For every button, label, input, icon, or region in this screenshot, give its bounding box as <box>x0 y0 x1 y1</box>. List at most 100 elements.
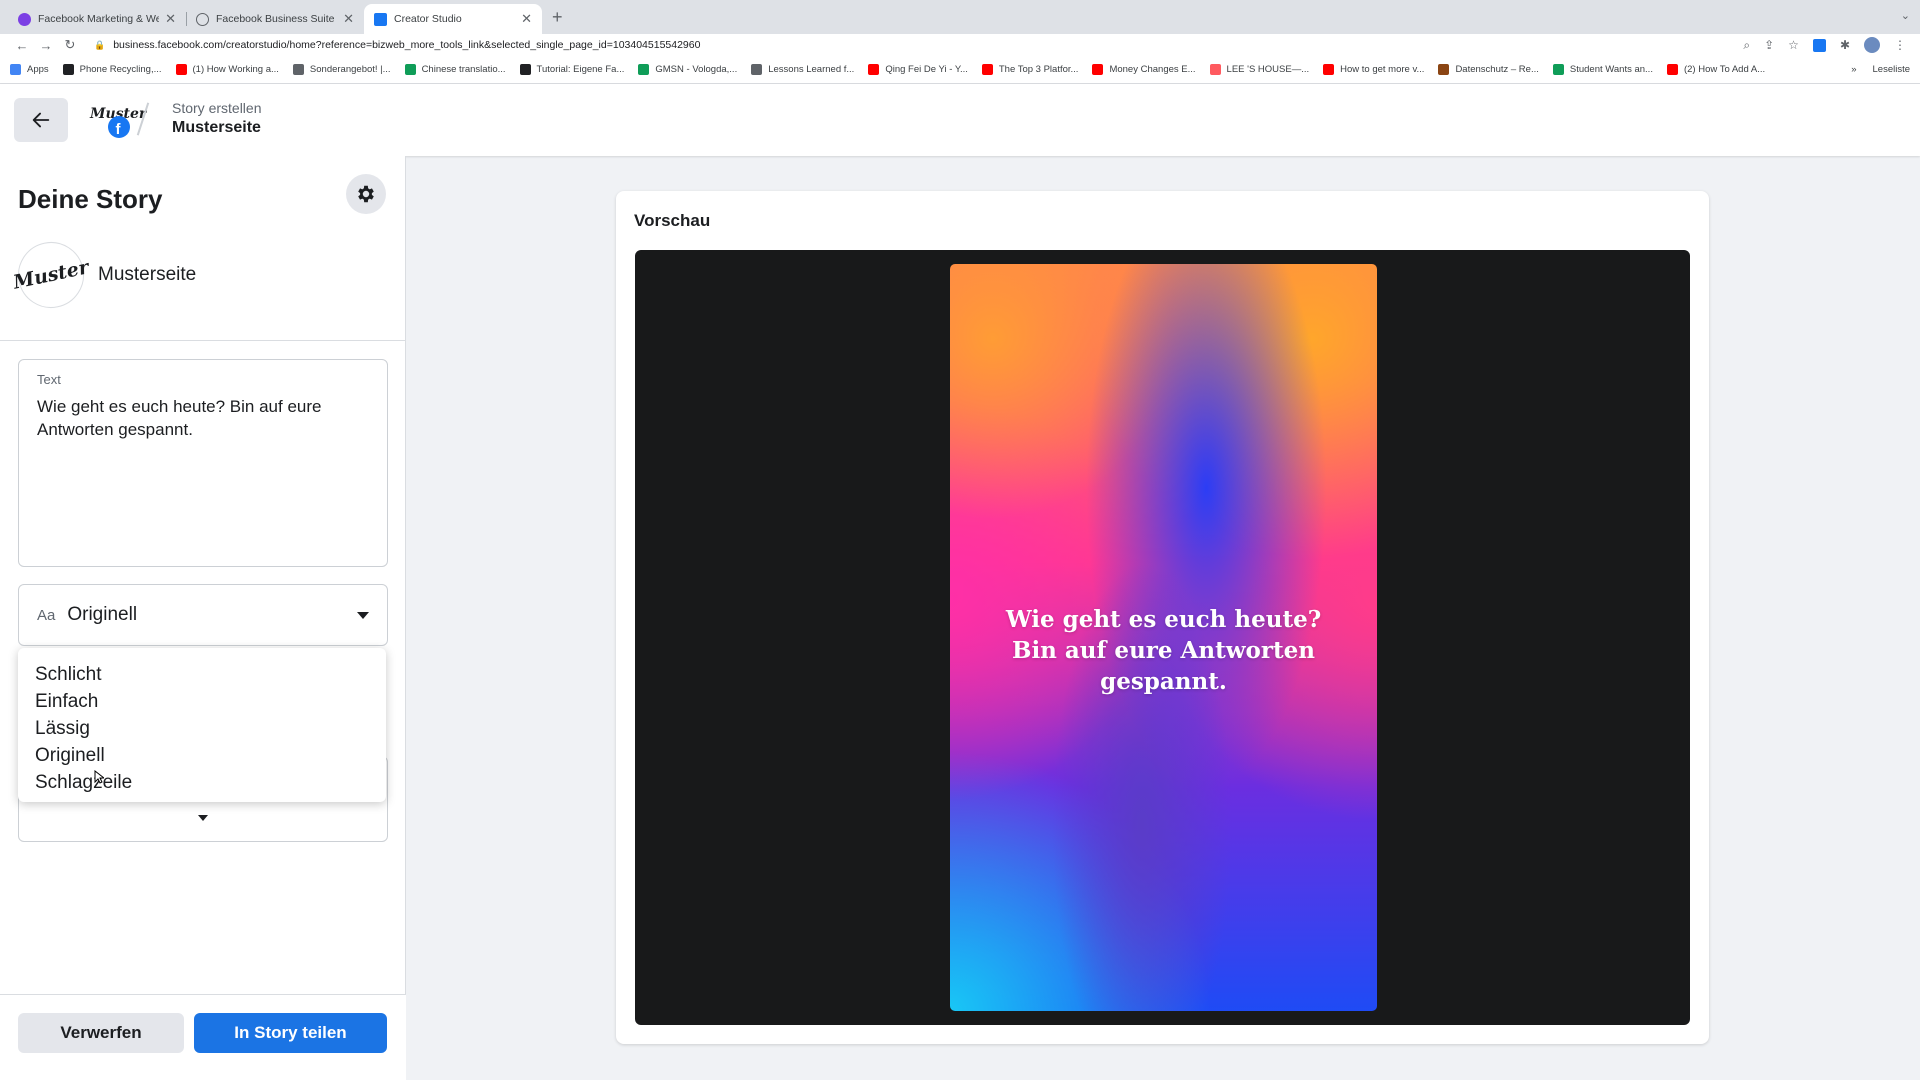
back-nav-icon[interactable]: ← <box>10 38 34 53</box>
bookmark-item[interactable]: Tutorial: Eigene Fa... <box>519 64 625 75</box>
bookmark-favicon-icon <box>751 64 763 75</box>
bookmark-item[interactable]: Chinese translatio... <box>404 64 506 75</box>
url-text: business.facebook.com/creatorstudio/home… <box>113 39 701 51</box>
extensions-puzzle-icon[interactable]: ✱ <box>1840 38 1850 52</box>
share-to-story-button[interactable]: In Story teilen <box>194 1013 387 1053</box>
browser-menu-icon[interactable]: ⋮ <box>1894 38 1906 52</box>
font-option-originell[interactable]: Originell <box>35 742 386 769</box>
breadcrumb-section: Story erstellen <box>172 100 262 116</box>
bookmark-favicon-icon <box>292 64 304 75</box>
bookmark-item[interactable]: Phone Recycling,... <box>62 64 162 75</box>
font-option-schlicht[interactable]: Schlicht <box>35 661 386 688</box>
bookmark-item[interactable]: Sonderangebot! |... <box>292 64 391 75</box>
bookmark-item[interactable]: GMSN - Vologda,... <box>638 64 737 75</box>
font-icon: Aa <box>37 606 56 624</box>
forward-nav-icon[interactable]: → <box>34 38 58 53</box>
section-divider <box>0 340 406 341</box>
bookmark-item[interactable]: (1) How Working a... <box>175 64 279 75</box>
story-text-field[interactable]: Text Wie geht es euch heute? Bin auf eur… <box>18 359 388 567</box>
bookmark-favicon-icon <box>10 64 21 75</box>
chevron-down-icon <box>198 815 208 821</box>
facebook-extension-icon[interactable] <box>1812 38 1826 52</box>
browser-tab-active[interactable]: Creator Studio ✕ <box>364 4 542 34</box>
font-style-select[interactable]: Aa Originell <box>18 584 388 646</box>
page-name: Musterseite <box>98 264 197 285</box>
panel-title: Deine Story <box>18 184 163 214</box>
more-bookmarks-icon[interactable]: » <box>1851 64 1856 75</box>
bookmark-favicon-icon <box>981 64 993 75</box>
bookmark-item[interactable]: Lessons Learned f... <box>751 64 854 75</box>
preview-title: Vorschau <box>634 211 711 230</box>
reload-icon[interactable]: ↻ <box>58 37 82 53</box>
mouse-cursor-icon <box>94 770 104 784</box>
facebook-icon: f <box>108 116 130 138</box>
profile-avatar-icon[interactable] <box>1864 37 1880 53</box>
tab-search-icon[interactable]: ⌄ <box>1901 9 1910 22</box>
font-option-laessig[interactable]: Lässig <box>35 715 386 742</box>
bookmark-favicon-icon <box>1438 64 1450 75</box>
story-preview-text: Wie geht es euch heute? Bin auf eure Ant… <box>1005 606 1322 695</box>
bookmark-favicon-icon <box>404 64 416 75</box>
bookmark-label: Chinese translatio... <box>421 64 506 75</box>
bookmark-favicon-icon <box>1209 64 1221 75</box>
bookmark-favicon-icon <box>868 64 880 75</box>
bookmark-item[interactable]: LEE 'S HOUSE—... <box>1209 64 1310 75</box>
bookmark-item[interactable]: Money Changes E... <box>1092 64 1196 75</box>
font-option-schlagzeile[interactable]: Schlagzeile <box>35 769 386 796</box>
discard-button[interactable]: Verwerfen <box>18 1013 184 1053</box>
back-button[interactable] <box>14 98 68 142</box>
bookmark-label: Money Changes E... <box>1109 64 1196 75</box>
tab-favicon-icon <box>18 12 31 26</box>
bookmarks-bar: Apps Phone Recycling,... (1) How Working a… <box>0 56 1920 84</box>
bookmark-favicon-icon <box>1666 64 1678 75</box>
share-icon[interactable]: ⇪ <box>1764 38 1774 52</box>
preview-stage: Wie geht es euch heute? Bin auf eure Ant… <box>635 250 1690 1025</box>
address-bar: ← → ↻ 🔒 business.facebook.com/creatorstud… <box>0 34 1920 56</box>
bookmark-item[interactable]: (2) How To Add A... <box>1666 64 1766 75</box>
font-option-einfach[interactable]: Einfach <box>35 688 386 715</box>
bookmark-label: LEE 'S HOUSE—... <box>1226 64 1310 75</box>
story-editor-panel: Deine Story Muster Musterseite Text Wie … <box>0 156 406 1080</box>
bookmark-label: The Top 3 Platfor... <box>998 64 1079 75</box>
bookmark-favicon-icon <box>1552 64 1564 75</box>
bookmark-favicon-icon <box>519 64 531 75</box>
zoom-icon[interactable]: ⌕ <box>1743 38 1750 53</box>
bookmark-label: How to get more v... <box>1340 64 1425 75</box>
bookmark-item[interactable]: Datenschutz – Re... <box>1438 64 1539 75</box>
text-field-label: Text <box>37 372 61 387</box>
browser-tab[interactable]: Facebook Business Suite ✕ <box>186 4 364 34</box>
reading-list-button[interactable]: Leseliste <box>1873 64 1911 75</box>
tab-close-icon[interactable]: ✕ <box>165 11 176 27</box>
bookmark-label: GMSN - Vologda,... <box>655 64 738 75</box>
tab-close-icon[interactable]: ✕ <box>343 11 354 27</box>
browser-tab-strip: Facebook Marketing & Werbea ✕ Facebook Bu… <box>0 0 1920 34</box>
text-field-value[interactable]: Wie geht es euch heute? Bin auf eure Ant… <box>37 395 369 441</box>
bookmark-item[interactable]: The Top 3 Platfor... <box>981 64 1079 75</box>
tab-label: Facebook Business Suite <box>216 13 335 25</box>
breadcrumb-page: Musterseite <box>172 119 261 136</box>
bookmarks-right: » Leseliste <box>1851 64 1910 75</box>
tab-close-icon[interactable]: ✕ <box>521 11 532 27</box>
bookmark-favicon-icon <box>638 64 650 75</box>
url-field[interactable]: 🔒 business.facebook.com/creatorstudio/hom… <box>94 39 1743 51</box>
bookmark-label: Apps <box>27 64 49 75</box>
bookmark-label: Lessons Learned f... <box>768 64 855 75</box>
bookmark-label: Tutorial: Eigene Fa... <box>536 64 625 75</box>
bookmark-item[interactable]: Qing Fei De Yi - Y... <box>868 64 968 75</box>
bookmark-label: Sonderangebot! |... <box>309 64 391 75</box>
settings-button[interactable] <box>346 174 386 214</box>
font-style-dropdown: Schlicht Einfach Lässig Originell Schlag… <box>18 648 386 802</box>
story-preview-image: Wie geht es euch heute? Bin auf eure Ant… <box>950 264 1377 1011</box>
bookmark-label: (2) How To Add A... <box>1683 64 1766 75</box>
bookmark-item[interactable]: How to get more v... <box>1323 64 1424 75</box>
app-header: Muster f Story erstellen Musterseite <box>0 84 1920 156</box>
new-tab-icon[interactable]: + <box>542 7 573 34</box>
bookmark-item[interactable]: Apps <box>10 64 49 75</box>
star-icon[interactable]: ☆ <box>1788 38 1799 52</box>
tab-label: Creator Studio <box>394 13 462 25</box>
browser-tab[interactable]: Facebook Marketing & Werbea ✕ <box>8 4 186 34</box>
bookmark-label: Student Wants an... <box>1569 64 1653 75</box>
bookmark-item[interactable]: Student Wants an... <box>1552 64 1653 75</box>
bookmark-label: Phone Recycling,... <box>79 64 162 75</box>
tab-label: Facebook Marketing & Werbea <box>38 13 160 25</box>
